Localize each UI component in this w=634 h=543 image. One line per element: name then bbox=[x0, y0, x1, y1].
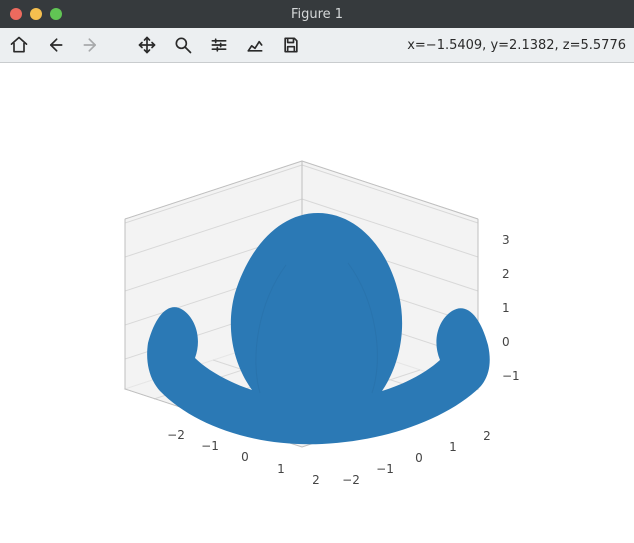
z-tick: 1 bbox=[502, 301, 510, 315]
x-tick: 0 bbox=[241, 450, 249, 464]
x-tick: −1 bbox=[201, 439, 219, 453]
home-icon bbox=[9, 35, 29, 55]
chart-edit-icon bbox=[245, 35, 265, 55]
maximize-icon[interactable] bbox=[50, 8, 62, 20]
move-icon bbox=[137, 35, 157, 55]
y-tick: −1 bbox=[376, 462, 394, 476]
z-tick: 3 bbox=[502, 233, 510, 247]
y-tick: 0 bbox=[415, 451, 423, 465]
z-tick: 2 bbox=[502, 267, 510, 281]
x-tick: 2 bbox=[312, 473, 320, 487]
z-tick: −1 bbox=[502, 369, 520, 383]
edit-button[interactable] bbox=[244, 34, 266, 56]
zoom-button[interactable] bbox=[172, 34, 194, 56]
window-title: Figure 1 bbox=[0, 7, 634, 22]
chart-3d: −2 −1 0 1 2 −2 −1 0 1 2 −1 0 1 2 3 bbox=[0, 63, 634, 543]
save-icon bbox=[281, 35, 301, 55]
plot-area[interactable]: −2 −1 0 1 2 −2 −1 0 1 2 −1 0 1 2 3 bbox=[0, 63, 634, 543]
sliders-icon bbox=[209, 35, 229, 55]
save-button[interactable] bbox=[280, 34, 302, 56]
titlebar: Figure 1 bbox=[0, 0, 634, 28]
y-tick: 1 bbox=[449, 440, 457, 454]
y-tick: 2 bbox=[483, 429, 491, 443]
arrow-right-icon bbox=[81, 35, 101, 55]
y-tick: −2 bbox=[342, 473, 360, 487]
zoom-icon bbox=[173, 35, 193, 55]
close-icon[interactable] bbox=[10, 8, 22, 20]
toolbar: x=−1.5409, y=2.1382, z=5.5776 bbox=[0, 28, 634, 63]
window-controls bbox=[10, 8, 62, 20]
x-tick: −2 bbox=[167, 428, 185, 442]
minimize-icon[interactable] bbox=[30, 8, 42, 20]
subplots-button[interactable] bbox=[208, 34, 230, 56]
arrow-left-icon bbox=[45, 35, 65, 55]
x-tick: 1 bbox=[277, 462, 285, 476]
home-button[interactable] bbox=[8, 34, 30, 56]
forward-button[interactable] bbox=[80, 34, 102, 56]
figure-window: Figure 1 x=−1.5409, y=2.1382, z=5.5776 bbox=[0, 0, 634, 543]
z-tick: 0 bbox=[502, 335, 510, 349]
back-button[interactable] bbox=[44, 34, 66, 56]
pan-button[interactable] bbox=[136, 34, 158, 56]
cursor-coordinates: x=−1.5409, y=2.1382, z=5.5776 bbox=[407, 38, 626, 53]
